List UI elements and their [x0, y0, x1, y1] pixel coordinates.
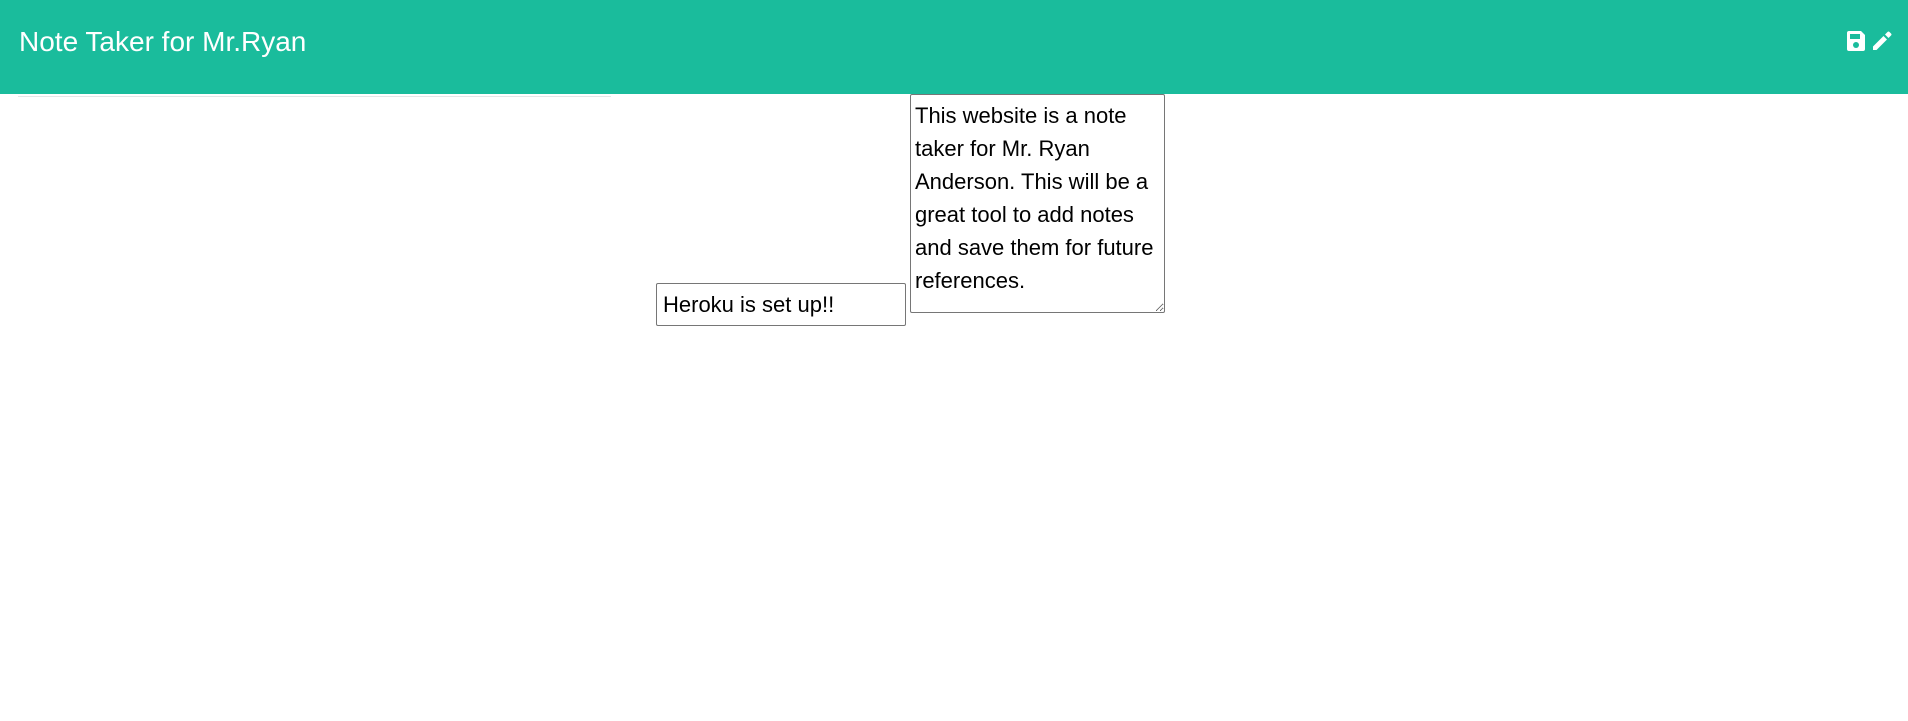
nav-icons: [1844, 28, 1894, 54]
note-list: [18, 94, 611, 97]
app-title: Note Taker for Mr.Ryan: [19, 26, 307, 57]
pencil-icon[interactable]: [1870, 28, 1894, 54]
save-icon[interactable]: [1844, 28, 1868, 54]
note-title-input[interactable]: [656, 283, 906, 326]
note-text-area[interactable]: This website is a note taker for Mr. Rya…: [910, 94, 1165, 313]
navbar: Note Taker for Mr.Ryan: [0, 0, 1908, 94]
